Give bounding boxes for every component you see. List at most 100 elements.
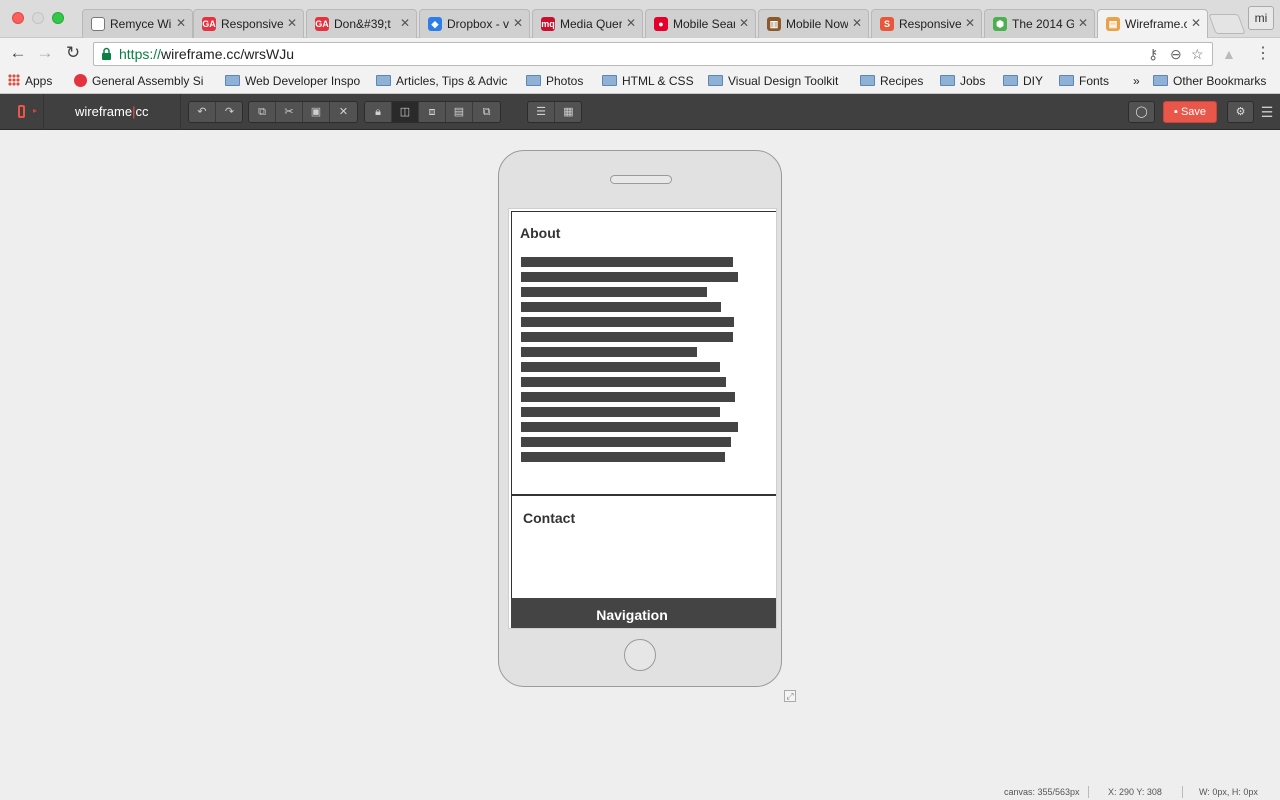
tab-close-icon[interactable]: ✕ xyxy=(852,16,862,30)
bring-forward-icon[interactable]: ⧈ xyxy=(419,102,446,122)
new-tab-button[interactable] xyxy=(1208,14,1246,34)
about-section[interactable]: About xyxy=(511,211,776,495)
key-icon[interactable]: ⚷ xyxy=(1148,46,1158,63)
bookmark-item[interactable]: Apps xyxy=(8,74,52,88)
browser-tab[interactable]: ● Mobile Sear ✕ xyxy=(645,9,756,38)
lock-element-icon[interactable]: 🔒︎ xyxy=(365,102,392,122)
tab-title: Wireframe.c xyxy=(1125,17,1187,31)
save-button[interactable]: ▪ Save xyxy=(1163,101,1217,123)
bookmark-item[interactable]: Web Developer Inspo xyxy=(225,74,360,88)
maximize-window-button[interactable] xyxy=(52,12,64,24)
bookmark-item[interactable]: Jobs xyxy=(940,74,985,88)
browser-tab[interactable]: GA Don&#39;t ✕ xyxy=(306,9,417,38)
minimize-window-button[interactable] xyxy=(32,12,44,24)
tab-title: Mobile Sear xyxy=(673,17,735,31)
zoom-icon[interactable]: ⊖ xyxy=(1170,46,1182,63)
profile-button[interactable]: mi xyxy=(1248,6,1274,30)
bookmark-label: HTML & CSS xyxy=(622,74,694,88)
folder-icon xyxy=(1153,75,1168,86)
tab-close-icon[interactable]: ✕ xyxy=(626,16,636,30)
drive-icon[interactable]: ▲ xyxy=(1222,46,1236,62)
bookmark-item[interactable]: Articles, Tips & Advic xyxy=(376,74,507,88)
clipboard-group: ⧉ ✂ ▣ ✕ xyxy=(248,101,358,123)
resize-canvas-icon[interactable]: ⤢ xyxy=(784,690,796,702)
url-path: wireframe.cc/wrsWJu xyxy=(161,46,295,62)
bookmark-item[interactable]: DIY xyxy=(1003,74,1043,88)
browser-tab[interactable]: Remyce Wi ✕ xyxy=(82,9,193,38)
other-bookmarks[interactable]: Other Bookmarks xyxy=(1153,74,1266,88)
send-to-back-icon[interactable]: ⧉ xyxy=(473,102,500,122)
device-selector-button[interactable]: ▸ xyxy=(0,94,44,130)
bookmark-item[interactable]: HTML & CSS xyxy=(602,74,694,88)
target-icon: ● xyxy=(654,17,668,31)
tab-close-icon[interactable]: ✕ xyxy=(1078,16,1088,30)
app-toolbar: ▸ wireframe|cc ↶ ↷ ⧉ ✂ ▣ ✕ 🔒︎ ◫ ⧈ ▤ ⧉ ☰ … xyxy=(0,94,1280,130)
tab-close-icon[interactable]: ✕ xyxy=(1191,16,1201,30)
phone-home-button xyxy=(624,639,656,671)
delete-icon[interactable]: ✕ xyxy=(330,102,357,122)
hamburger-menu-icon[interactable]: ☰ xyxy=(1260,103,1274,121)
browser-tab[interactable]: ▤ Wireframe.c ✕ xyxy=(1097,9,1208,38)
bring-to-front-icon[interactable]: ◫ xyxy=(392,102,419,122)
address-bar[interactable]: https://wireframe.cc/wrsWJu ⚷ ⊖ ☆ xyxy=(93,42,1213,66)
chrome-menu-icon[interactable]: ⋮ xyxy=(1255,44,1271,64)
send-backward-icon[interactable]: ▤ xyxy=(446,102,473,122)
tab-close-icon[interactable]: ✕ xyxy=(287,16,297,30)
tab-close-icon[interactable]: ✕ xyxy=(176,16,186,30)
bookmark-label: Apps xyxy=(25,74,53,88)
browser-tab[interactable]: ⬢ The 2014 G ✕ xyxy=(984,9,1095,38)
browser-tab[interactable]: GA Responsive ✕ xyxy=(193,9,304,38)
other-bookmarks-label: Other Bookmarks xyxy=(1173,74,1267,88)
phone-screen-canvas[interactable]: About Contact Navigation xyxy=(508,208,777,629)
ga-icon xyxy=(74,74,87,87)
ga-icon: GA xyxy=(315,17,329,31)
settings-gear-icon[interactable]: ⚙ xyxy=(1227,101,1254,123)
tab-close-icon[interactable]: ✕ xyxy=(513,16,523,30)
forward-icon[interactable]: → xyxy=(35,43,55,63)
close-window-button[interactable] xyxy=(12,12,24,24)
browser-tab[interactable]: S Responsive ✕ xyxy=(871,9,982,38)
browser-tab[interactable]: mq Media Quer ✕ xyxy=(532,9,643,38)
url-scheme: https:// xyxy=(119,46,162,62)
contact-heading[interactable]: Contact xyxy=(523,510,575,526)
tab-title: Don&#39;t xyxy=(334,17,391,31)
placeholder-text-line xyxy=(521,452,725,462)
status-divider xyxy=(1088,786,1089,798)
bookmark-item[interactable]: Photos xyxy=(526,74,583,88)
group-icon[interactable]: ▦ xyxy=(555,102,581,122)
phone-speaker xyxy=(610,175,672,184)
placeholder-text-line xyxy=(521,272,738,282)
navigation-bar[interactable]: Navigation xyxy=(511,598,776,628)
bookmark-item[interactable]: General Assembly Si xyxy=(74,74,203,88)
status-divider xyxy=(1182,786,1183,798)
reload-icon[interactable]: ↻ xyxy=(63,43,83,63)
s-icon: S xyxy=(880,17,894,31)
tab-title: The 2014 G xyxy=(1012,17,1074,31)
cut-icon[interactable]: ✂ xyxy=(276,102,303,122)
redo-icon[interactable]: ↷ xyxy=(216,102,242,122)
bookmark-item[interactable]: Fonts xyxy=(1059,74,1109,88)
align-left-icon[interactable]: ☰ xyxy=(528,102,555,122)
tab-close-icon[interactable]: ✕ xyxy=(739,16,749,30)
star-icon[interactable]: ☆ xyxy=(1191,46,1204,63)
dropbox-icon: ◆ xyxy=(428,17,442,31)
browser-tab[interactable]: ▥ Mobile Now ✕ xyxy=(758,9,869,38)
paste-icon[interactable]: ▣ xyxy=(303,102,330,122)
about-heading[interactable]: About xyxy=(520,225,560,241)
undo-icon[interactable]: ↶ xyxy=(189,102,216,122)
comment-icon[interactable]: ◯ xyxy=(1128,101,1155,123)
bookmarks-overflow-button[interactable]: » xyxy=(1133,74,1140,88)
bookmark-item[interactable]: Recipes xyxy=(860,74,923,88)
bookmark-label: Jobs xyxy=(960,74,986,88)
bookmark-item[interactable]: Visual Design Toolkit xyxy=(708,74,838,88)
placeholder-text-line xyxy=(521,317,734,327)
copy-icon[interactable]: ⧉ xyxy=(249,102,276,122)
placeholder-text-line xyxy=(521,302,721,312)
contact-section[interactable]: Contact xyxy=(511,494,776,600)
tab-title: Remyce Wi xyxy=(110,17,172,31)
back-icon[interactable]: ← xyxy=(8,43,28,63)
tab-close-icon[interactable]: ✕ xyxy=(400,16,410,30)
browser-tab[interactable]: ◆ Dropbox - v ✕ xyxy=(419,9,530,38)
caret-icon: ▸ xyxy=(33,106,38,115)
tab-close-icon[interactable]: ✕ xyxy=(965,16,975,30)
